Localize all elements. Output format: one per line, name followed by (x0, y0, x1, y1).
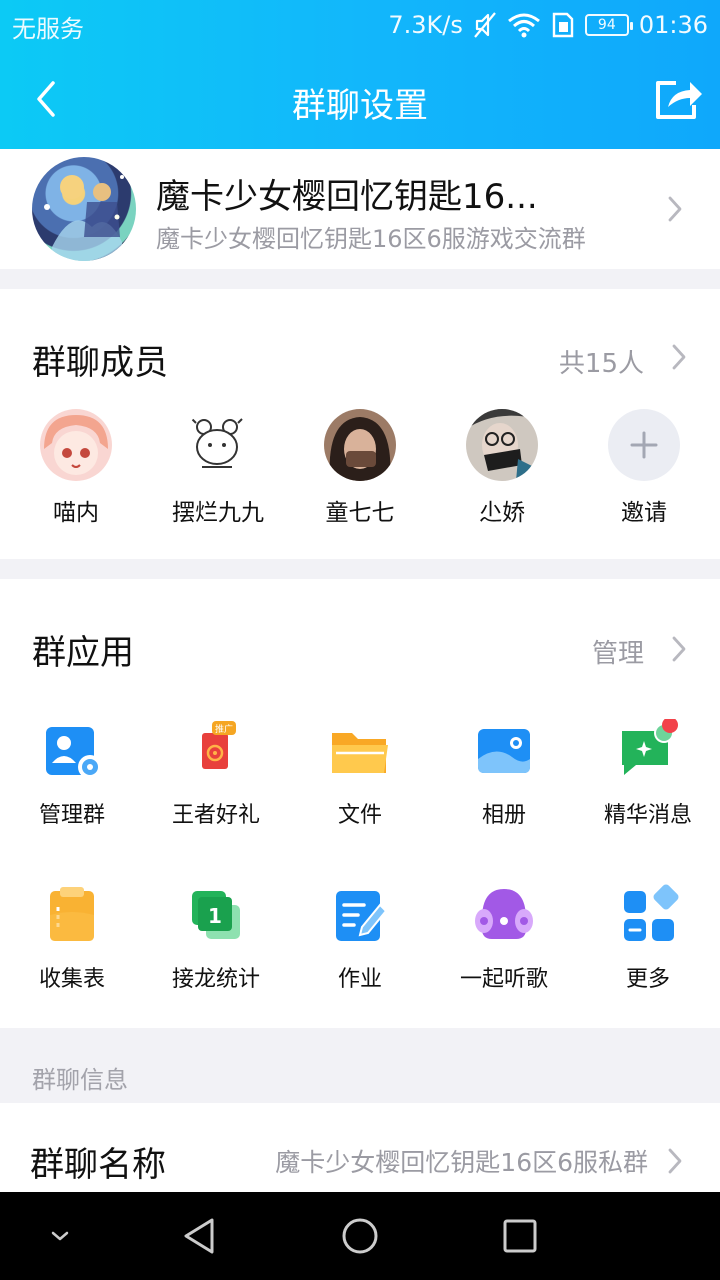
chevron-right-icon[interactable] (670, 635, 688, 663)
apps-manage-link[interactable]: 管理 (592, 633, 644, 670)
add-member-icon (608, 409, 680, 481)
apps-title: 群应用 (32, 633, 134, 673)
nav-back-button[interactable] (176, 1212, 224, 1260)
gift-icon: 推广 (184, 719, 248, 783)
app-label: 接龙统计 (171, 967, 260, 992)
svg-text:1: 1 (208, 904, 222, 928)
svg-text:推广: 推广 (215, 723, 233, 735)
member-item[interactable]: 喵内 (4, 409, 148, 527)
status-indicators: 7.3K/s 94 01:36 (388, 9, 708, 41)
app-label: 作业 (337, 967, 382, 992)
section-label-group-info: 群聊信息 (32, 1066, 128, 1094)
members-title: 群聊成员 (32, 343, 168, 383)
wifi-icon (507, 12, 541, 38)
group-name-label: 群聊名称 (30, 1145, 166, 1185)
relay-icon: 1 (184, 883, 248, 947)
chevron-right-icon (666, 1147, 684, 1175)
share-icon (656, 81, 702, 119)
homework-icon (328, 883, 392, 947)
member-item[interactable]: 摆烂九九 (146, 409, 290, 527)
member-item[interactable]: 童七七 (288, 409, 432, 527)
mute-icon (473, 11, 497, 39)
member-name: 摆烂九九 (172, 500, 264, 526)
app-label: 精华消息 (603, 803, 692, 828)
group-profile-card[interactable]: 魔卡少女樱回忆钥匙16... 魔卡少女樱回忆钥匙16区6服游戏交流群 (0, 149, 720, 269)
avatar (182, 409, 254, 481)
members-section: 群聊成员 共15人 喵内 摆烂九九 童七七 尐娇 邀请 (0, 289, 720, 559)
app-label: 王者好礼 (171, 803, 260, 828)
avatar (40, 409, 112, 481)
system-nav-bar (0, 1192, 720, 1280)
app-label: 相册 (481, 803, 526, 828)
app-homework[interactable]: 作业 (288, 883, 432, 993)
group-avatar (32, 157, 136, 261)
avatar (324, 409, 396, 481)
form-icon (40, 883, 104, 947)
group-apps-section: 群应用 管理 管理群 推广 王者好礼 文件 相册 精华消息 收集表 1 接龙统计… (0, 579, 720, 1028)
app-manage-group[interactable]: 管理群 (0, 719, 144, 829)
nav-recent-button[interactable] (496, 1212, 544, 1260)
member-name: 尐娇 (479, 500, 525, 526)
app-label: 一起听歌 (459, 967, 548, 992)
carrier-text: 无服务 (12, 15, 84, 43)
chevron-down-icon (51, 1231, 69, 1241)
member-name: 邀请 (621, 500, 667, 526)
manage-group-icon (40, 719, 104, 783)
triangle-back-icon (184, 1218, 214, 1254)
sim-icon (551, 12, 575, 38)
music-icon (472, 883, 536, 947)
page-title: 群聊设置 (292, 86, 428, 126)
app-music[interactable]: 一起听歌 (432, 883, 576, 993)
nav-collapse-button[interactable] (36, 1212, 84, 1260)
network-speed: 7.3K/s (388, 11, 463, 39)
clock: 01:36 (638, 11, 708, 39)
album-icon (472, 719, 536, 783)
app-more[interactable]: 更多 (576, 883, 720, 993)
invite-button[interactable]: 邀请 (572, 409, 716, 527)
group-description: 魔卡少女樱回忆钥匙16区6服游戏交流群 (156, 225, 586, 253)
nav-bar: 群聊设置 (0, 52, 720, 148)
nav-home-button[interactable] (336, 1212, 384, 1260)
chevron-right-icon (666, 195, 684, 223)
group-name-row[interactable]: 群聊名称 魔卡少女樱回忆钥匙16区6服私群 (0, 1103, 720, 1192)
app-form[interactable]: 收集表 (0, 883, 144, 993)
header-bar: 无服务 7.3K/s 94 01:36 群聊设置 (0, 0, 720, 149)
essence-message-icon (616, 717, 680, 783)
group-name-value: 魔卡少女樱回忆钥匙16区6服私群 (275, 1148, 648, 1177)
member-name: 童七七 (325, 500, 395, 526)
app-label: 文件 (337, 803, 382, 828)
app-label: 收集表 (38, 967, 105, 992)
app-files[interactable]: 文件 (288, 719, 432, 829)
battery-indicator: 94 (584, 14, 633, 36)
app-essence-message[interactable]: 精华消息 (576, 717, 720, 829)
recent-apps-icon (503, 1219, 537, 1253)
member-count[interactable]: 共15人 (559, 343, 644, 380)
avatar (466, 409, 538, 481)
status-bar: 无服务 7.3K/s 94 01:36 (0, 0, 720, 50)
member-name: 喵内 (53, 500, 99, 526)
folder-icon (328, 719, 392, 783)
app-album[interactable]: 相册 (432, 719, 576, 829)
member-item[interactable]: 尐娇 (430, 409, 574, 527)
app-label: 更多 (625, 967, 670, 992)
group-name: 魔卡少女樱回忆钥匙16... (156, 177, 538, 217)
home-circle-icon (342, 1218, 378, 1254)
app-label: 管理群 (38, 803, 105, 828)
app-gift[interactable]: 推广 王者好礼 (144, 719, 288, 829)
app-relay[interactable]: 1 接龙统计 (144, 883, 288, 993)
share-button[interactable] (650, 74, 706, 124)
chevron-right-icon[interactable] (670, 343, 688, 371)
more-apps-icon (616, 883, 680, 947)
